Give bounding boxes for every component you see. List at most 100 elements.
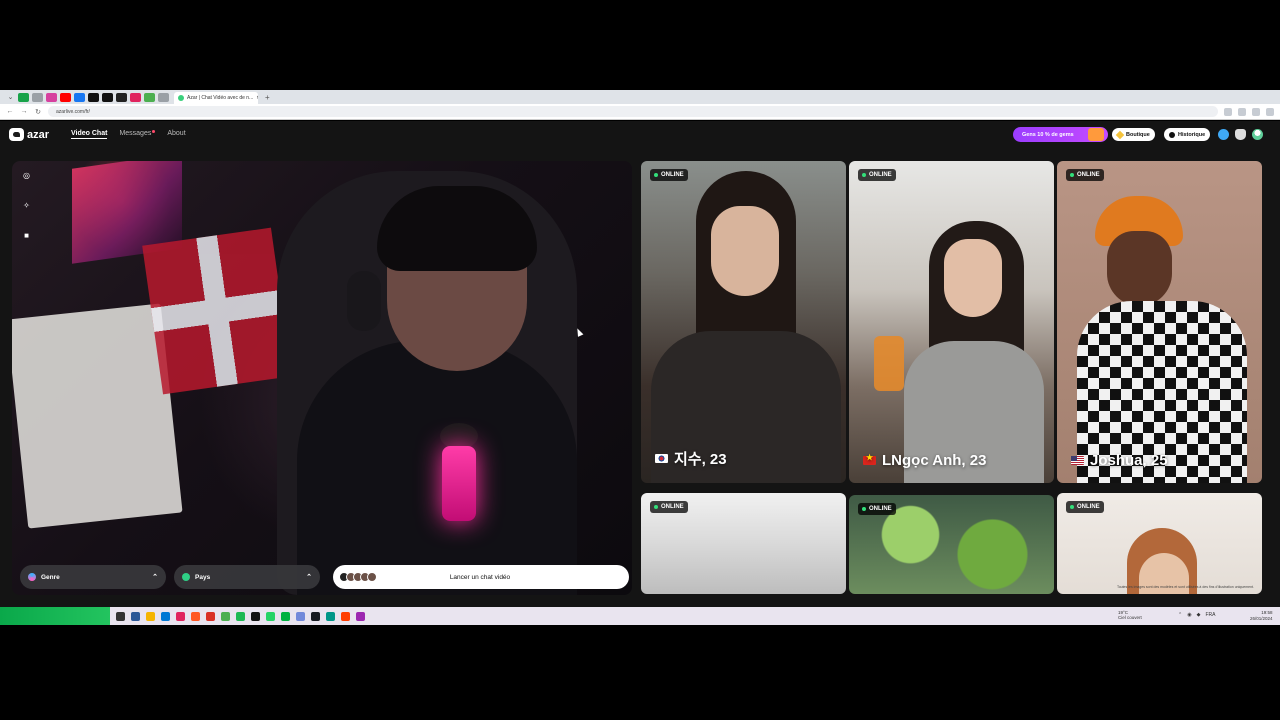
- tab-favicon-green[interactable]: [144, 92, 155, 102]
- tab-favicon-sheets[interactable]: [18, 92, 29, 102]
- tray-chevron-icon[interactable]: ⌃: [1178, 612, 1182, 618]
- vietnam-flag-icon: [863, 453, 876, 465]
- file-explorer-icon[interactable]: [146, 611, 155, 621]
- adobe-icon[interactable]: [341, 611, 350, 621]
- united-states-flag-icon: [1071, 456, 1084, 465]
- profile-photo-face: [944, 239, 1002, 317]
- magic-wand-icon[interactable]: ✧: [22, 201, 31, 210]
- tab-favicon-grey[interactable]: [158, 92, 169, 102]
- tab-favicon-pink[interactable]: [130, 92, 141, 102]
- profile-card[interactable]: ONLINE: [849, 495, 1054, 594]
- app-icon-green[interactable]: [221, 611, 230, 621]
- system-tray: ⌃ ◉ ◆ FRA: [1178, 612, 1215, 618]
- streamer-hair: [377, 186, 537, 271]
- online-badge: ONLINE: [1066, 501, 1104, 513]
- spotify-icon[interactable]: [236, 611, 245, 621]
- extension-icon[interactable]: [1224, 107, 1232, 116]
- back-icon[interactable]: ←: [6, 108, 14, 115]
- profile-photo-drink: [874, 336, 904, 391]
- tab-favicon-x-2[interactable]: [102, 92, 113, 102]
- azar-logo[interactable]: azar: [9, 128, 49, 141]
- start-video-chat-label: Lancer un chat vidéo: [449, 573, 511, 581]
- discord-icon[interactable]: [296, 611, 305, 621]
- promo-character-icon: [1088, 128, 1104, 141]
- tab-search-icon[interactable]: ⌄: [6, 93, 15, 102]
- bell-icon[interactable]: [1235, 129, 1246, 140]
- sticker-icon[interactable]: ■: [22, 231, 31, 240]
- unread-dot-icon: [152, 130, 156, 133]
- browser-address-bar: ← → ↻ azarlive.com/fr/: [0, 104, 1280, 120]
- edge-icon[interactable]: [161, 611, 170, 621]
- search-icon[interactable]: [116, 611, 125, 621]
- active-tab[interactable]: Azar | Chat Vidéo avec de n... ✕: [174, 92, 258, 104]
- new-tab-icon[interactable]: +: [265, 93, 270, 102]
- profile-card[interactable]: ONLINE 지수, 23: [641, 161, 846, 483]
- gems-promo-button[interactable]: Gens 10 % de gems: [1013, 127, 1108, 142]
- tab-favicon-dark[interactable]: [116, 92, 127, 102]
- tab-favicon-generic[interactable]: [32, 92, 43, 102]
- whatsapp-icon[interactable]: [266, 611, 275, 621]
- azar-favicon-icon: [178, 95, 184, 101]
- nav-messages[interactable]: Messages: [119, 130, 156, 139]
- profile-name-text: LNgọc Anh, 23: [882, 452, 987, 469]
- main-nav: Video Chat Messages About: [71, 130, 186, 139]
- opera-icon[interactable]: [176, 611, 185, 621]
- tab-favicon-facebook[interactable]: [74, 92, 85, 102]
- chevron-up-icon: ⌃: [306, 574, 312, 581]
- avatar: [367, 572, 377, 582]
- forward-icon[interactable]: →: [20, 108, 28, 115]
- gender-filter-label: Genre: [41, 573, 60, 581]
- start-video-chat-button[interactable]: Lancer un chat vidéo: [333, 565, 629, 589]
- gender-filter-dropdown[interactable]: Genre ⌃: [20, 565, 166, 589]
- history-button[interactable]: Historique: [1164, 128, 1211, 141]
- camera-settings-icon[interactable]: ◎: [22, 171, 31, 180]
- country-filter-dropdown[interactable]: Pays ⌃: [174, 565, 320, 589]
- reload-icon[interactable]: ↻: [34, 108, 42, 116]
- nav-about[interactable]: About: [167, 130, 185, 139]
- clock-date: 26/01/2024: [1250, 615, 1273, 621]
- profile-photo-face: [1107, 231, 1172, 306]
- country-filter-label: Pays: [195, 573, 211, 581]
- profile-name-text: Joshua, 25: [1090, 452, 1168, 469]
- chrome-icon[interactable]: [206, 611, 215, 621]
- azar-logo-icon: [9, 128, 24, 141]
- weather-widget[interactable]: 19°C Ciel couvert: [1118, 610, 1142, 620]
- volume-icon[interactable]: ◆: [1197, 612, 1201, 618]
- app-icon-cyan[interactable]: [326, 611, 335, 621]
- chat-bubble-icon[interactable]: [1218, 129, 1229, 140]
- taskbar-clock[interactable]: 19:58 26/01/2024: [1250, 610, 1273, 621]
- shop-button[interactable]: Boutique: [1112, 128, 1155, 141]
- active-tab-title: Azar | Chat Vidéo avec de n...: [187, 95, 254, 101]
- tab-favicon-youtube[interactable]: [60, 92, 71, 102]
- profile-card[interactable]: ONLINE LNgọc Anh, 23: [849, 161, 1054, 483]
- profile-card[interactable]: ONLINE Joshua, 25: [1057, 161, 1262, 483]
- user-avatar[interactable]: [1252, 129, 1263, 140]
- nav-video-chat[interactable]: Video Chat: [71, 130, 108, 139]
- app-icon-teal[interactable]: [281, 611, 290, 621]
- headset: [347, 271, 381, 331]
- app-icon-purple[interactable]: [356, 611, 365, 621]
- microphone-light: [442, 446, 476, 521]
- online-badge: ONLINE: [650, 169, 688, 181]
- bookmark-icon[interactable]: [1238, 107, 1246, 116]
- chevron-up-icon: ⌃: [152, 574, 158, 581]
- language-indicator[interactable]: FRA: [1205, 612, 1215, 618]
- tab-favicon-x[interactable]: [88, 92, 99, 102]
- profile-photo-face: [711, 206, 779, 296]
- profile-card[interactable]: ONLINE Toutes les images sont des modèle…: [1057, 493, 1262, 594]
- profile-name: LNgọc Anh, 23: [863, 452, 986, 469]
- task-view-icon[interactable]: [131, 611, 140, 621]
- brave-icon[interactable]: [191, 611, 200, 621]
- network-icon[interactable]: ◉: [1187, 612, 1191, 618]
- download-icon[interactable]: [1252, 107, 1260, 116]
- profile-icon[interactable]: [1266, 107, 1274, 116]
- profile-card[interactable]: ONLINE: [641, 493, 846, 594]
- tab-favicon-instagram[interactable]: [46, 92, 57, 102]
- tab-close-icon[interactable]: ✕: [256, 95, 258, 101]
- nav-messages-label: Messages: [119, 130, 152, 137]
- obs-icon[interactable]: [251, 611, 260, 621]
- start-button[interactable]: [0, 607, 110, 625]
- url-field[interactable]: azarlive.com/fr/: [48, 106, 1218, 117]
- streamer-hoodie: [297, 341, 577, 595]
- steam-icon[interactable]: [311, 611, 320, 621]
